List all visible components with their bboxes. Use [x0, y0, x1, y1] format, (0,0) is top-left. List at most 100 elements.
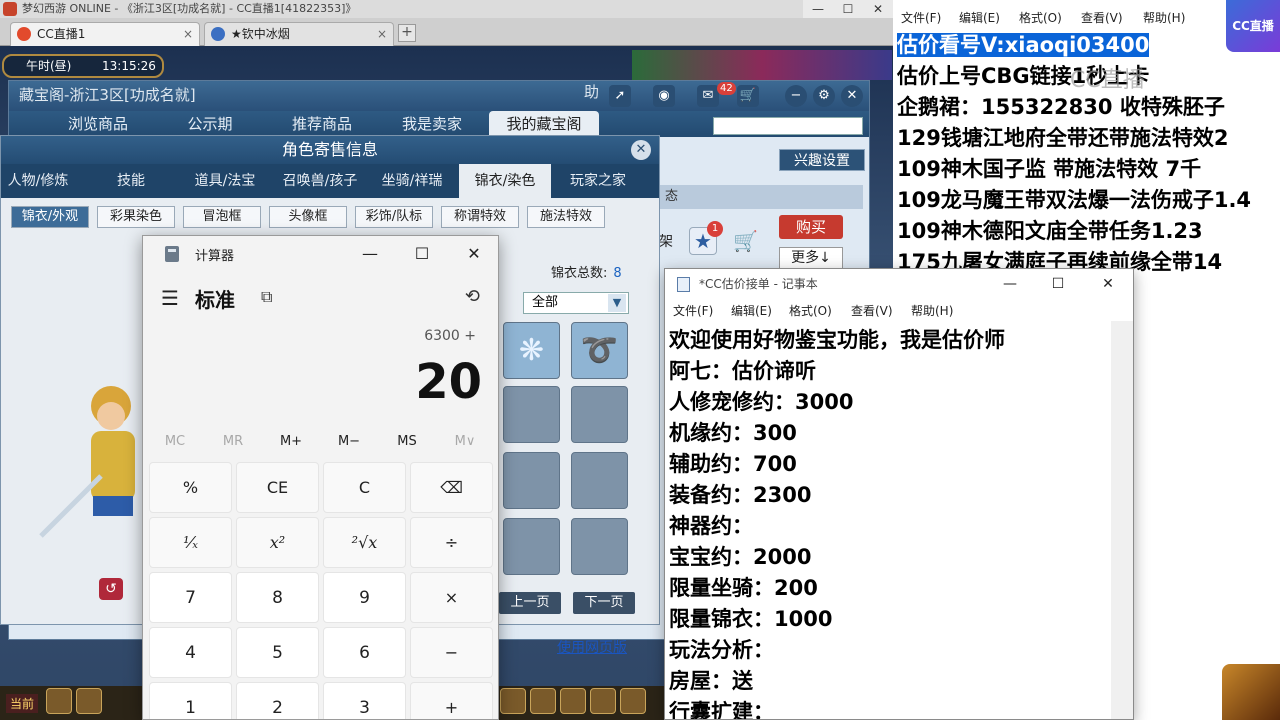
memory-clear-button[interactable]: MC — [147, 434, 203, 449]
cbg-search-input[interactable] — [713, 117, 863, 135]
tab-cc-live[interactable]: CC直播1 × — [10, 22, 200, 46]
outfit-slot[interactable] — [503, 386, 560, 443]
outfit-slot[interactable] — [571, 518, 628, 575]
menu-file[interactable]: 文件(F) — [673, 302, 713, 319]
memory-add-button[interactable]: M+ — [263, 434, 319, 449]
tab-items[interactable]: 道具/法宝 — [185, 164, 265, 198]
menu-help[interactable]: 帮助(H) — [911, 302, 953, 319]
emote-icon[interactable] — [76, 688, 102, 714]
memory-store-button[interactable]: MS — [379, 434, 435, 449]
tab-character[interactable]: 人物/修炼 — [1, 164, 75, 198]
history-icon[interactable]: ⟲ — [465, 286, 480, 307]
outfit-slot[interactable] — [571, 452, 628, 509]
minimize-icon[interactable]: − — [785, 85, 807, 107]
subtab-team-badge[interactable]: 彩饰/队标 — [355, 206, 433, 228]
interest-settings-button[interactable]: 兴趣设置 — [779, 149, 865, 171]
subtab-cast-effect[interactable]: 施法特效 — [527, 206, 605, 228]
digit-5-key[interactable]: 5 — [236, 627, 319, 678]
np-minimize-button[interactable]: — — [995, 273, 1025, 295]
outfit-filter-select[interactable]: 全部 ▼ — [523, 292, 629, 314]
skills-icon[interactable] — [560, 688, 586, 714]
cart-icon[interactable]: 🛒 — [737, 85, 759, 107]
tab-close-icon[interactable]: × — [377, 23, 387, 45]
menu-format[interactable]: 格式(O) — [789, 302, 832, 319]
menu-edit[interactable]: 编辑(E) — [731, 302, 772, 319]
outfit-slot[interactable] — [571, 386, 628, 443]
mic-icon[interactable] — [46, 688, 72, 714]
tab-close-icon[interactable]: × — [183, 23, 193, 45]
calc-minimize-button[interactable]: — — [355, 242, 385, 266]
add-to-cart-icon[interactable]: 🛒 — [733, 227, 761, 255]
digit-3-key[interactable]: 3 — [323, 682, 406, 719]
team-icon[interactable] — [530, 688, 556, 714]
menu-view[interactable]: 查看(V) — [1081, 9, 1123, 26]
close-icon[interactable]: ✕ — [841, 85, 863, 107]
subtract-key[interactable]: − — [410, 627, 493, 678]
minimize-button[interactable]: — — [803, 0, 833, 18]
nav-recommend[interactable]: 推荐商品 — [267, 111, 377, 137]
menu-help[interactable]: 帮助(H) — [1143, 9, 1185, 26]
digit-2-key[interactable]: 2 — [236, 682, 319, 719]
keep-on-top-icon[interactable]: ⧉ — [261, 287, 272, 307]
square-key[interactable]: x² — [236, 517, 319, 568]
menu-file[interactable]: 文件(F) — [901, 9, 941, 26]
cc-notepad-text[interactable]: 欢迎使用好物鉴宝功能，我是估价师 阿七：估价谛听 人修宠修约：3000 机缘约：300… — [669, 325, 1109, 719]
tab-outfits[interactable]: 锦衣/染色 — [459, 164, 551, 198]
more-button[interactable]: 更多↓ — [779, 247, 843, 269]
outfit-slot[interactable] — [503, 452, 560, 509]
buy-button[interactable]: 购买 — [779, 215, 843, 239]
np-maximize-button[interactable]: ☐ — [1043, 273, 1073, 295]
menu-format[interactable]: 格式(O) — [1019, 9, 1062, 26]
menu-edit[interactable]: 编辑(E) — [959, 9, 1000, 26]
tab-skills[interactable]: 技能 — [91, 164, 171, 198]
digit-7-key[interactable]: 7 — [149, 572, 232, 623]
subtab-avatar-frame[interactable]: 头像框 — [269, 206, 347, 228]
memory-subtract-button[interactable]: M− — [321, 434, 377, 449]
subtab-dye[interactable]: 彩果染色 — [97, 206, 175, 228]
clear-entry-key[interactable]: CE — [236, 462, 319, 513]
new-tab-button[interactable]: + — [398, 24, 416, 42]
quest-icon[interactable] — [590, 688, 616, 714]
add-key[interactable]: + — [410, 682, 493, 719]
digit-1-key[interactable]: 1 — [149, 682, 232, 719]
nav-public[interactable]: 公示期 — [155, 111, 265, 137]
bag-icon[interactable] — [500, 688, 526, 714]
reciprocal-key[interactable]: ¹⁄ₓ — [149, 517, 232, 568]
settings-icon[interactable]: ⚙ — [813, 85, 835, 107]
outfit-slot[interactable]: ❋ — [503, 322, 560, 379]
subtab-bubble[interactable]: 冒泡框 — [183, 206, 261, 228]
subtab-outfit[interactable]: 锦衣/外观 — [11, 206, 89, 228]
tab-home[interactable]: 玩家之家 — [557, 164, 639, 198]
message-icon[interactable]: ✉ — [697, 85, 719, 107]
sqrt-key[interactable]: ²√x — [323, 517, 406, 568]
backspace-key[interactable]: ⌫ — [410, 462, 493, 513]
digit-4-key[interactable]: 4 — [149, 627, 232, 678]
maximize-button[interactable]: ☐ — [833, 0, 863, 18]
digit-6-key[interactable]: 6 — [323, 627, 406, 678]
share-icon[interactable]: ➚ — [609, 85, 631, 107]
scrollbar[interactable] — [1111, 321, 1133, 719]
divide-key[interactable]: ÷ — [410, 517, 493, 568]
clear-key[interactable]: C — [323, 462, 406, 513]
guild-icon[interactable] — [620, 688, 646, 714]
memory-list-button[interactable]: M∨ — [437, 434, 493, 449]
calc-maximize-button[interactable]: ☐ — [407, 242, 437, 266]
web-version-link[interactable]: 使用网页版 — [557, 637, 627, 657]
calc-close-button[interactable]: ✕ — [459, 242, 489, 266]
nav-browse[interactable]: 浏览商品 — [43, 111, 153, 137]
multiply-key[interactable]: × — [410, 572, 493, 623]
tab-mounts[interactable]: 坐骑/祥瑞 — [371, 164, 453, 198]
prev-page-button[interactable]: 上一页 — [499, 592, 561, 614]
rotate-character-icon[interactable]: ↺ — [99, 578, 123, 600]
nav-seller[interactable]: 我是卖家 — [377, 111, 487, 137]
memory-recall-button[interactable]: MR — [205, 434, 261, 449]
party-portraits[interactable] — [632, 50, 892, 80]
next-page-button[interactable]: 下一页 — [573, 592, 635, 614]
tab-pets[interactable]: 召唤兽/孩子 — [273, 164, 367, 198]
np-close-button[interactable]: ✕ — [1093, 273, 1123, 295]
record-icon[interactable]: ◉ — [653, 85, 675, 107]
hamburger-menu-icon[interactable]: ☰ — [161, 286, 179, 310]
outfit-slot[interactable] — [503, 518, 560, 575]
outfit-slot[interactable]: ➰ — [571, 322, 628, 379]
nav-my-cbg[interactable]: 我的藏宝阁 — [489, 111, 599, 137]
